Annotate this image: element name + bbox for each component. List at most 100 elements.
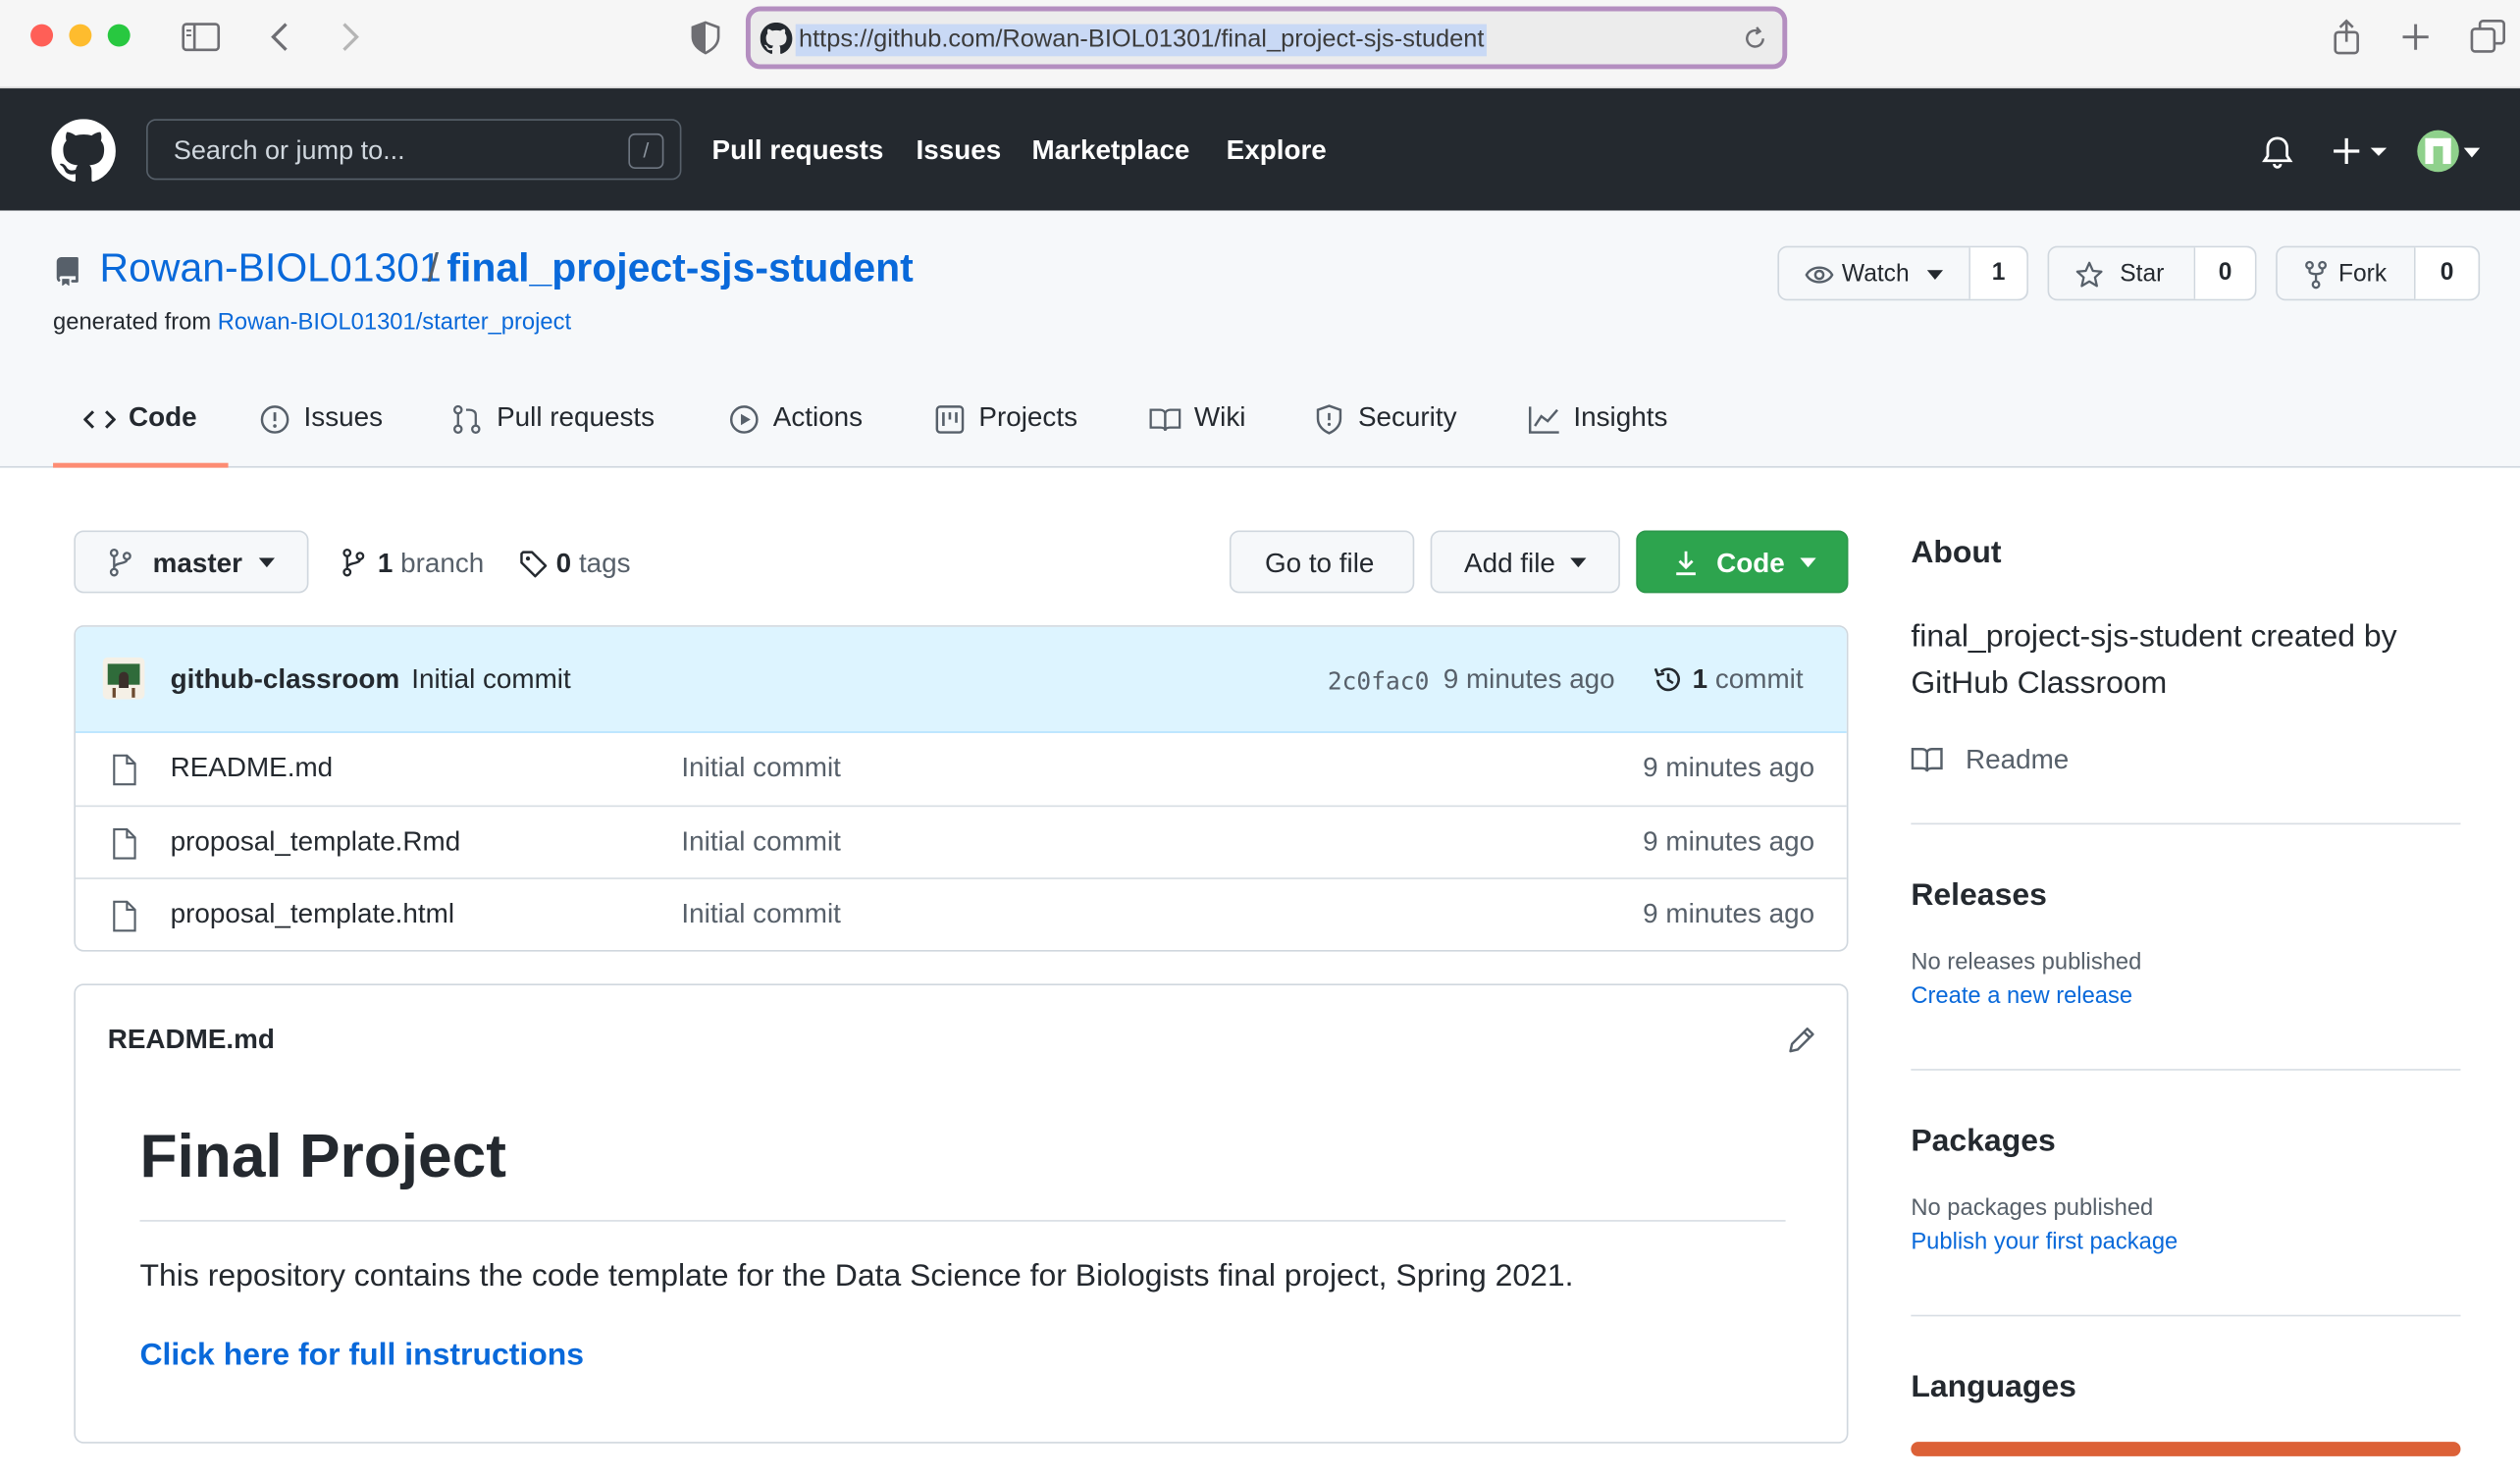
file-row[interactable]: proposal_template.Rmd Initial commit 9 m…: [75, 805, 1847, 878]
sidebar-toggle-icon[interactable]: [180, 16, 222, 58]
sidebar-divider: [1911, 822, 2461, 825]
tab-projects[interactable]: Projects: [934, 401, 1077, 434]
tab-label: Issues: [303, 401, 384, 433]
releases-heading[interactable]: Releases: [1911, 877, 2460, 915]
branch-icon: [109, 548, 131, 577]
readme-filename[interactable]: README.md: [108, 1024, 275, 1056]
star-label: Star: [2120, 260, 2165, 289]
tab-security[interactable]: Security: [1313, 401, 1457, 435]
caret-down-icon: [1570, 557, 1587, 568]
zoom-window-button[interactable]: [107, 24, 131, 47]
reload-icon[interactable]: [1741, 25, 1769, 53]
file-commit-message[interactable]: Initial commit: [681, 899, 840, 931]
code-download-button[interactable]: Code: [1636, 530, 1849, 594]
close-window-button[interactable]: [30, 24, 54, 47]
fork-count[interactable]: 0: [2413, 247, 2479, 299]
commit-author-avatar[interactable]: [102, 657, 145, 700]
create-new-icon[interactable]: [2331, 133, 2391, 169]
commit-count: 1: [1692, 663, 1708, 695]
watch-button[interactable]: Watch 1: [1777, 245, 2028, 301]
file-commit-time: 9 minutes ago: [1643, 825, 1815, 857]
tab-label: Code: [129, 401, 197, 433]
active-tab-indicator: [53, 462, 229, 468]
forward-arrow-icon[interactable]: [328, 16, 370, 58]
packages-heading[interactable]: Packages: [1911, 1124, 2460, 1161]
template-repo-link[interactable]: Rowan-BIOL01301/starter_project: [218, 310, 571, 336]
repo-name-link[interactable]: final_project-sjs-student: [446, 246, 913, 292]
tags-link[interactable]: 0 tags: [519, 548, 631, 580]
file-name[interactable]: proposal_template.html: [171, 899, 454, 931]
tag-count: 0: [555, 548, 572, 579]
search-placeholder: Search or jump to...: [173, 136, 405, 166]
fork-icon: [2305, 260, 2328, 290]
tab-wiki[interactable]: Wiki: [1149, 401, 1245, 434]
address-bar[interactable]: https://github.com/Rowan-BIOL01301/final…: [745, 6, 1788, 70]
url-text[interactable]: https://github.com/Rowan-BIOL01301/final…: [795, 24, 1488, 57]
nav-explore[interactable]: Explore: [1227, 135, 1327, 168]
search-input[interactable]: Search or jump to... /: [146, 119, 682, 181]
about-section: About final_project-sjs-student created …: [1911, 535, 2460, 779]
file-row[interactable]: proposal_template.html Initial commit 9 …: [75, 877, 1847, 950]
back-arrow-icon[interactable]: [260, 16, 302, 58]
history-icon: [1654, 667, 1680, 692]
file-icon: [113, 900, 136, 932]
go-to-file-label: Go to file: [1264, 548, 1375, 579]
caret-down-icon[interactable]: [2462, 146, 2482, 159]
readme-sidebar-link[interactable]: Readme: [1911, 744, 2460, 779]
tab-code[interactable]: Code: [83, 401, 197, 434]
fork-label: Fork: [2337, 260, 2388, 289]
repo-owner-link[interactable]: Rowan-BIOL01301: [100, 246, 442, 292]
new-tab-icon[interactable]: [2394, 16, 2437, 58]
minimize-window-button[interactable]: [69, 24, 92, 47]
releases-empty-text: No releases published: [1911, 949, 2142, 977]
commit-sha[interactable]: 2c0fac0: [1328, 667, 1430, 696]
go-to-file-button[interactable]: Go to file: [1229, 530, 1415, 594]
repo-icon: [56, 257, 79, 287]
bell-icon[interactable]: [2260, 133, 2295, 169]
branch-count: 1: [377, 548, 394, 579]
github-logo-icon[interactable]: [51, 119, 116, 184]
avatar[interactable]: [2417, 130, 2459, 173]
file-commit-message[interactable]: Initial commit: [681, 752, 840, 784]
watch-count[interactable]: 1: [1969, 247, 2027, 299]
commit-word: commit: [1714, 663, 1804, 695]
star-button[interactable]: Star 0: [2047, 245, 2257, 301]
language-bar[interactable]: [1911, 1442, 2461, 1456]
tab-actions[interactable]: Actions: [728, 401, 863, 434]
book-icon: [1149, 408, 1181, 432]
tab-label: Security: [1357, 401, 1457, 433]
nav-issues[interactable]: Issues: [917, 135, 1002, 168]
file-name[interactable]: proposal_template.Rmd: [171, 826, 461, 859]
github-favicon-icon: [760, 22, 793, 54]
fork-button[interactable]: Fork 0: [2276, 245, 2481, 301]
star-count[interactable]: 0: [2193, 247, 2255, 299]
tab-issues[interactable]: Issues: [259, 401, 383, 434]
branch-select-button[interactable]: master: [74, 530, 309, 594]
nav-marketplace[interactable]: Marketplace: [1031, 135, 1189, 168]
file-row[interactable]: README.md Initial commit 9 minutes ago: [76, 733, 1847, 806]
commit-history-link[interactable]: 1 commit: [1653, 663, 1804, 696]
download-icon: [1676, 551, 1696, 576]
add-file-button[interactable]: Add file: [1430, 530, 1620, 594]
github-header: Search or jump to... / Pull requests Iss…: [0, 88, 2520, 211]
tab-pull-requests[interactable]: Pull requests: [451, 401, 655, 435]
languages-section: Languages: [1911, 1369, 2461, 1456]
issue-icon: [260, 405, 289, 434]
instructions-link[interactable]: Click here for full instructions: [139, 1338, 584, 1375]
tab-insights[interactable]: Insights: [1528, 401, 1667, 434]
create-release-link[interactable]: Create a new release: [1911, 983, 2460, 1009]
pencil-icon[interactable]: [1786, 1024, 1818, 1056]
latest-commit-bar: github-classroom Initial commit 2c0fac0 …: [75, 626, 1847, 733]
commit-message[interactable]: Initial commit: [411, 663, 570, 696]
privacy-shield-icon[interactable]: [685, 16, 727, 58]
publish-package-link[interactable]: Publish your first package: [1911, 1230, 2460, 1255]
file-commit-message[interactable]: Initial commit: [681, 826, 840, 859]
branches-link[interactable]: 1 branch: [341, 548, 484, 580]
nav-pull-requests[interactable]: Pull requests: [712, 135, 884, 168]
tab-overview-icon[interactable]: [2467, 16, 2509, 58]
branch-word: branch: [400, 548, 485, 579]
share-icon[interactable]: [2326, 16, 2368, 58]
readme-sidebar-label: Readme: [1966, 744, 2070, 775]
file-name[interactable]: README.md: [171, 752, 334, 784]
commit-author[interactable]: github-classroom: [171, 663, 400, 696]
